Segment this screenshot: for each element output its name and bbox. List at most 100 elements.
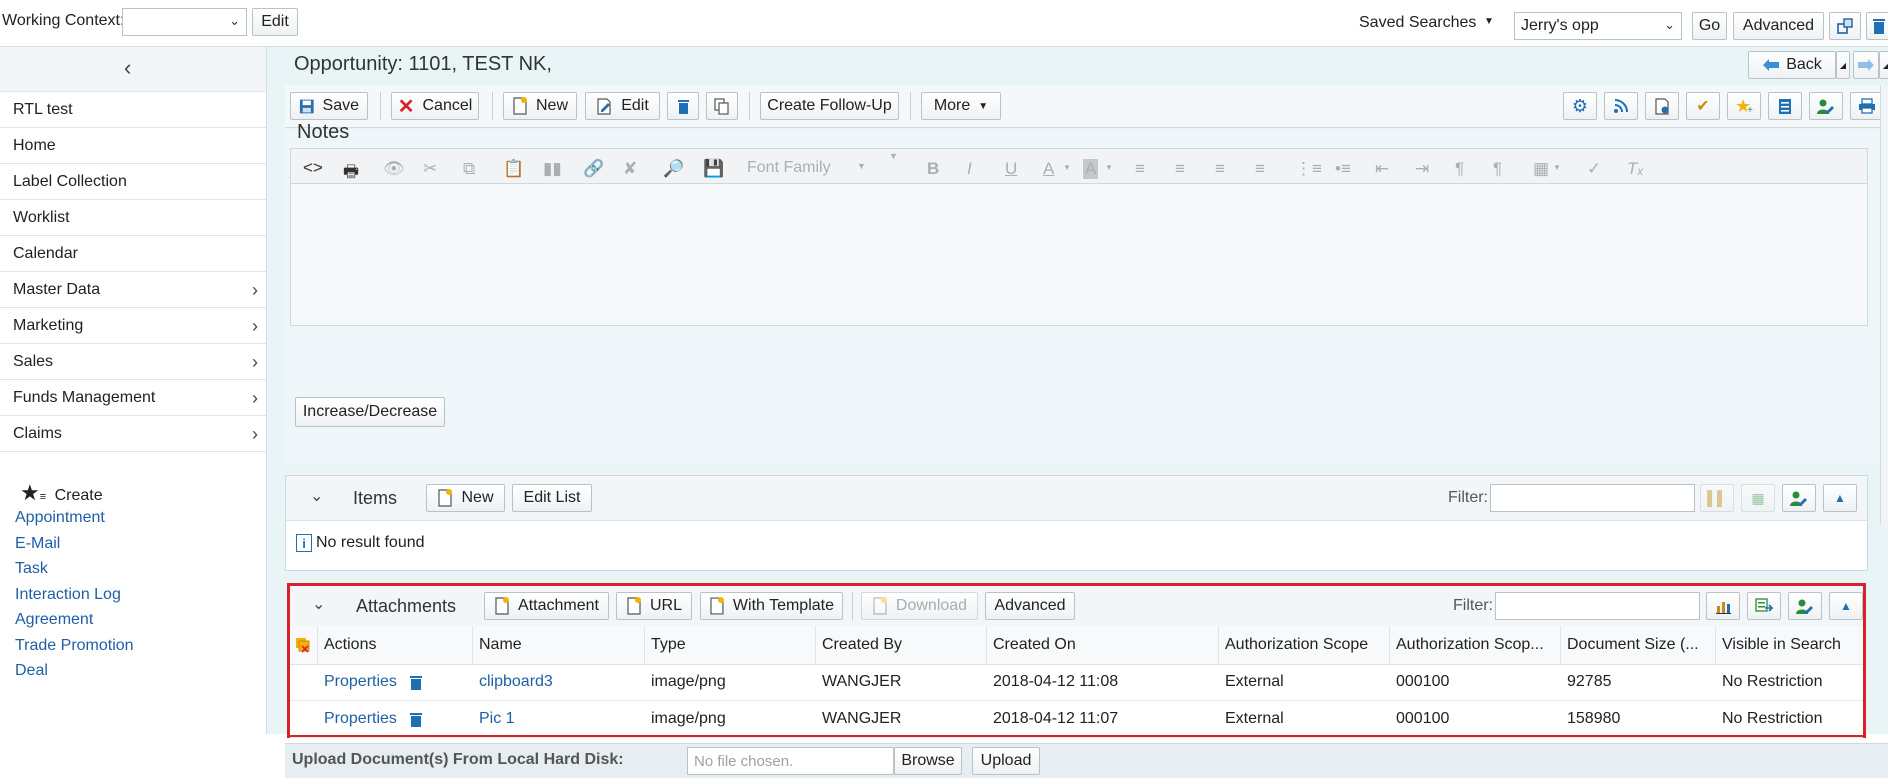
edit-list-button[interactable]: Edit List [512, 484, 592, 512]
numbered-list-icon[interactable]: ⋮≡ [1295, 159, 1322, 179]
copy-icon[interactable]: ⧉ [463, 159, 475, 179]
unlink-icon[interactable]: ✘ [623, 159, 637, 179]
vertical-scrollbar[interactable] [1880, 85, 1888, 525]
properties-link[interactable]: Properties [324, 673, 397, 691]
add-attachment-button[interactable]: Attachment [484, 592, 609, 620]
properties-link[interactable]: Properties [324, 710, 397, 728]
sidebar-item-funds-management[interactable]: Funds Management › [0, 380, 266, 416]
table-icon[interactable]: ▦ [1533, 159, 1549, 179]
align-center-icon[interactable]: ≡ [1175, 159, 1185, 179]
chart-icon[interactable]: ▌▌ [1700, 484, 1734, 512]
saved-searches-dropdown-icon[interactable]: ▼ [1484, 16, 1494, 27]
collapse-chevron-icon[interactable]: ⌄ [312, 594, 325, 614]
items-filter-input[interactable] [1490, 484, 1695, 512]
preview-icon[interactable]: 👁 [383, 159, 405, 179]
tag-icon[interactable]: ✔ [1686, 92, 1720, 120]
notes-list-icon[interactable] [1768, 92, 1802, 120]
find-icon[interactable]: ▮▮ [543, 159, 562, 179]
sidebar-item-master-data[interactable]: Master Data › [0, 272, 266, 308]
sidebar-item-marketing[interactable]: Marketing › [0, 308, 266, 344]
rss-feed-icon[interactable] [1604, 92, 1638, 120]
chart-icon[interactable] [1706, 592, 1740, 620]
name-cell[interactable]: Pic 1 [473, 701, 645, 737]
name-cell[interactable]: clipboard3 [473, 664, 645, 700]
link-icon[interactable]: 🔗 [583, 159, 604, 179]
trash-icon[interactable] [409, 674, 423, 691]
attachments-filter-input[interactable] [1495, 592, 1700, 620]
save-button[interactable]: Save [290, 92, 368, 120]
advanced-search-button[interactable]: Advanced [1733, 12, 1824, 40]
forward-dropdown-icon[interactable]: ◢ [1879, 51, 1888, 79]
text-color-icon[interactable]: A [1043, 159, 1054, 179]
column-header[interactable]: Created By [816, 626, 987, 664]
working-context-select[interactable]: ⌄ [122, 8, 247, 36]
new-button[interactable]: New [503, 92, 577, 120]
create-link-appointment[interactable]: Appointment [15, 509, 105, 527]
cancel-button[interactable]: ✕ Cancel [391, 92, 479, 120]
settings-icon[interactable]: ⚙ [1563, 92, 1597, 120]
delete-button[interactable] [667, 92, 699, 120]
save-icon[interactable]: 💾 [703, 159, 724, 179]
align-left-icon[interactable]: ≡ [1135, 159, 1145, 179]
chevron-down-icon[interactable]: ▼ [1553, 163, 1561, 172]
back-dropdown-icon[interactable]: ◢ [1836, 51, 1850, 79]
collapse-chevron-icon[interactable]: ⌄ [310, 486, 323, 506]
saved-search-select[interactable]: Jerry's opp ⌄ [1514, 12, 1682, 40]
create-follow-up-button[interactable]: Create Follow-Up [760, 92, 899, 120]
column-header[interactable]: Type [645, 626, 816, 664]
chevron-left-icon[interactable]: ‹ [124, 55, 131, 81]
indent-icon[interactable]: ⇥ [1415, 159, 1429, 179]
select-all-icon[interactable] [290, 626, 318, 664]
sidebar-item-claims[interactable]: Claims › [0, 416, 266, 452]
font-family-select[interactable]: Font Family [747, 159, 831, 177]
bullet-list-icon[interactable]: •≡ [1335, 159, 1351, 179]
chevron-down-icon[interactable]: ▼ [1063, 163, 1071, 172]
sidebar-item-calendar[interactable]: Calendar [0, 236, 266, 272]
sidebar-collapse-bar[interactable]: ‹ [0, 47, 266, 92]
find-replace-icon[interactable]: 🔎 [663, 159, 684, 179]
create-link-e-mail[interactable]: E-Mail [15, 535, 60, 553]
background-color-icon[interactable]: A [1083, 159, 1099, 179]
more-button[interactable]: More ▼ [921, 92, 1001, 120]
column-header[interactable]: Authorization Scope [1219, 626, 1390, 664]
rtl-paragraph-icon[interactable]: ¶ [1493, 159, 1502, 179]
column-header[interactable]: Name [473, 626, 645, 664]
increase-decrease-button[interactable]: Increase/Decrease [295, 397, 445, 427]
font-size-dropdown-icon[interactable]: ▼ [889, 151, 898, 161]
user-edit-icon[interactable] [1809, 92, 1843, 120]
table-row[interactable]: Properties Pic 1 image/png WANGJER 2018-04-1… [290, 701, 1863, 738]
personalize-icon[interactable] [1829, 12, 1861, 40]
attachments-advanced-button[interactable]: Advanced [985, 592, 1075, 620]
column-header[interactable]: Document Size (... [1561, 626, 1716, 664]
add-url-button[interactable]: URL [616, 592, 692, 620]
trash-icon[interactable] [1866, 12, 1888, 40]
create-link-trade-promotion[interactable]: Trade Promotion [15, 637, 134, 655]
table-row[interactable]: Properties clipboard3 image/png WANGJER 2018… [290, 664, 1863, 701]
favorite-add-icon[interactable]: ★ + [1727, 92, 1761, 120]
clear-format-icon[interactable]: Tₓ [1627, 159, 1644, 179]
working-context-edit-button[interactable]: Edit [252, 8, 298, 36]
underline-icon[interactable]: U [1005, 159, 1017, 179]
back-button[interactable]: Back [1748, 51, 1836, 79]
sidebar-item-home[interactable]: Home [0, 128, 266, 164]
notes-editor[interactable] [290, 184, 1868, 326]
align-right-icon[interactable]: ≡ [1215, 159, 1225, 179]
copy-button[interactable] [706, 92, 738, 120]
cut-icon[interactable]: ✂ [423, 159, 437, 179]
ltr-paragraph-icon[interactable]: ¶ [1455, 159, 1464, 179]
saved-searches-label[interactable]: Saved Searches [1359, 14, 1476, 32]
create-link-agreement[interactable]: Agreement [15, 611, 93, 629]
go-button[interactable]: Go [1692, 12, 1727, 40]
justify-icon[interactable]: ≡ [1255, 159, 1265, 179]
create-link-deal[interactable]: Deal [15, 662, 48, 680]
column-header[interactable]: Authorization Scop... [1390, 626, 1561, 664]
download-button[interactable]: Download [861, 592, 978, 620]
create-link-task[interactable]: Task [15, 560, 48, 578]
sidebar-item-worklist[interactable]: Worklist [0, 200, 266, 236]
paste-icon[interactable]: 📋 [503, 159, 524, 179]
browse-button[interactable]: Browse [894, 747, 962, 775]
collapse-up-icon[interactable]: ▲ [1829, 592, 1863, 620]
items-new-button[interactable]: New [426, 484, 505, 512]
forward-icon[interactable] [1853, 51, 1879, 79]
column-header[interactable]: Actions [318, 626, 473, 664]
